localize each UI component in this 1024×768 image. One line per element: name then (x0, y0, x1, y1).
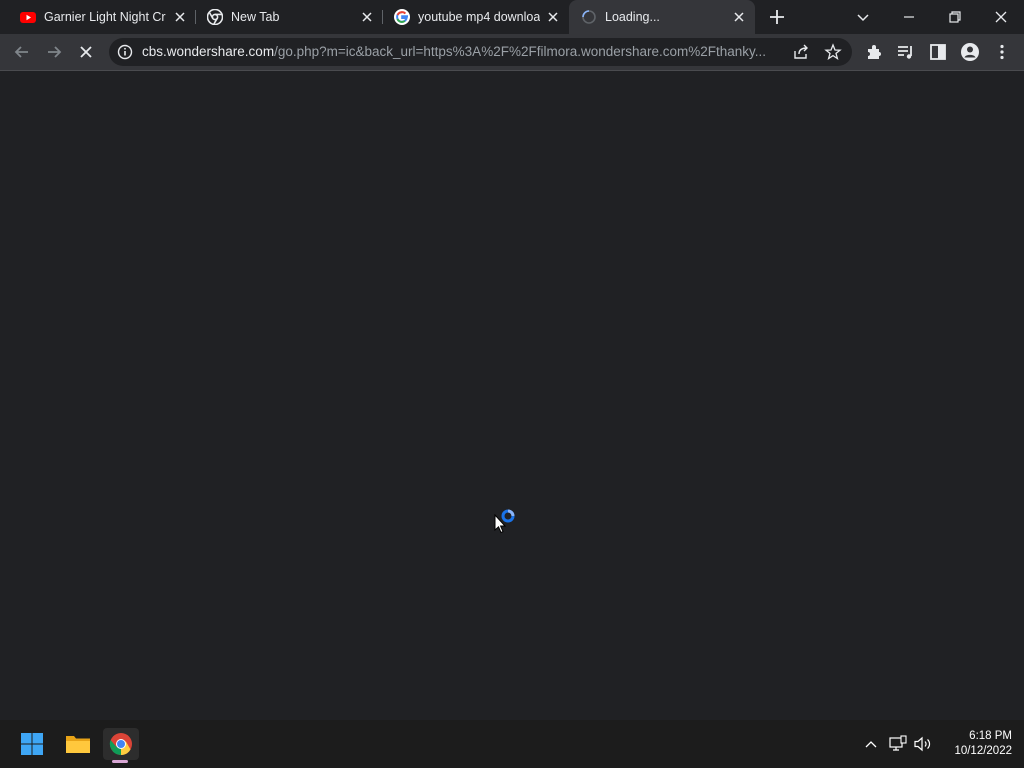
file-explorer-button[interactable] (59, 728, 95, 760)
extensions-icon[interactable] (864, 42, 884, 62)
url-text[interactable]: cbs.wondershare.com/go.php?m=ic&back_url… (142, 44, 782, 60)
close-window-button[interactable] (989, 5, 1013, 29)
loading-spinner-icon (582, 10, 596, 24)
running-indicator (112, 760, 128, 763)
tab-title: Loading... (605, 10, 660, 24)
chrome-taskbar-button[interactable] (103, 728, 139, 760)
share-icon[interactable] (792, 43, 810, 61)
network-icon[interactable] (888, 734, 908, 754)
close-icon[interactable] (545, 9, 561, 25)
chrome-icon (207, 9, 223, 25)
chrome-icon (109, 733, 132, 755)
start-button[interactable] (14, 728, 50, 760)
close-icon[interactable] (359, 9, 375, 25)
close-icon[interactable] (172, 9, 188, 25)
google-icon (394, 9, 410, 25)
back-button[interactable] (12, 42, 32, 62)
tab-title: New Tab (231, 10, 280, 24)
chevron-up-icon[interactable] (861, 734, 881, 754)
tab-loading-active[interactable]: Loading... (569, 0, 755, 34)
url-path: /go.php?m=ic&back_url=https%3A%2F%2Ffilm… (274, 44, 767, 59)
windows-logo-icon (21, 733, 43, 755)
tab-search-button[interactable] (851, 5, 875, 29)
close-icon[interactable] (731, 9, 747, 25)
page-content (0, 71, 1024, 720)
forward-button[interactable] (44, 42, 64, 62)
menu-kebab-icon[interactable] (992, 42, 1012, 62)
clock-time: 6:18 PM (969, 730, 1012, 742)
address-bar[interactable]: cbs.wondershare.com/go.php?m=ic&back_url… (109, 38, 852, 66)
volume-icon[interactable] (913, 734, 933, 754)
tab-strip: Garnier Light Night Cre New Tab youtube … (0, 0, 1024, 34)
system-clock[interactable]: 6:18 PM 10/12/2022 (938, 729, 1012, 759)
tab-title: youtube mp4 downloa (418, 10, 540, 24)
loading-ring-icon (501, 509, 515, 523)
folder-icon (66, 736, 90, 753)
restore-button[interactable] (943, 5, 967, 29)
tab-new-tab[interactable]: New Tab (195, 0, 381, 34)
bookmark-star-icon[interactable] (824, 43, 842, 61)
info-icon[interactable] (117, 44, 133, 60)
profile-avatar-icon[interactable] (960, 42, 980, 62)
media-controls-icon[interactable] (896, 42, 916, 62)
side-panel-icon[interactable] (928, 42, 948, 62)
windows-taskbar: 6:18 PM 10/12/2022 (0, 720, 1024, 768)
clock-date: 10/12/2022 (954, 745, 1012, 757)
tab-google-search[interactable]: youtube mp4 downloa (382, 0, 568, 34)
stop-loading-button[interactable] (76, 42, 96, 62)
new-tab-button[interactable] (766, 6, 788, 28)
url-host: cbs.wondershare.com (142, 44, 275, 59)
youtube-icon (20, 12, 36, 23)
tab-title: Garnier Light Night Cre (44, 10, 166, 24)
tab-garnier[interactable]: Garnier Light Night Cre (8, 0, 194, 34)
browser-toolbar: cbs.wondershare.com/go.php?m=ic&back_url… (0, 34, 1024, 71)
minimize-button[interactable] (897, 5, 921, 29)
